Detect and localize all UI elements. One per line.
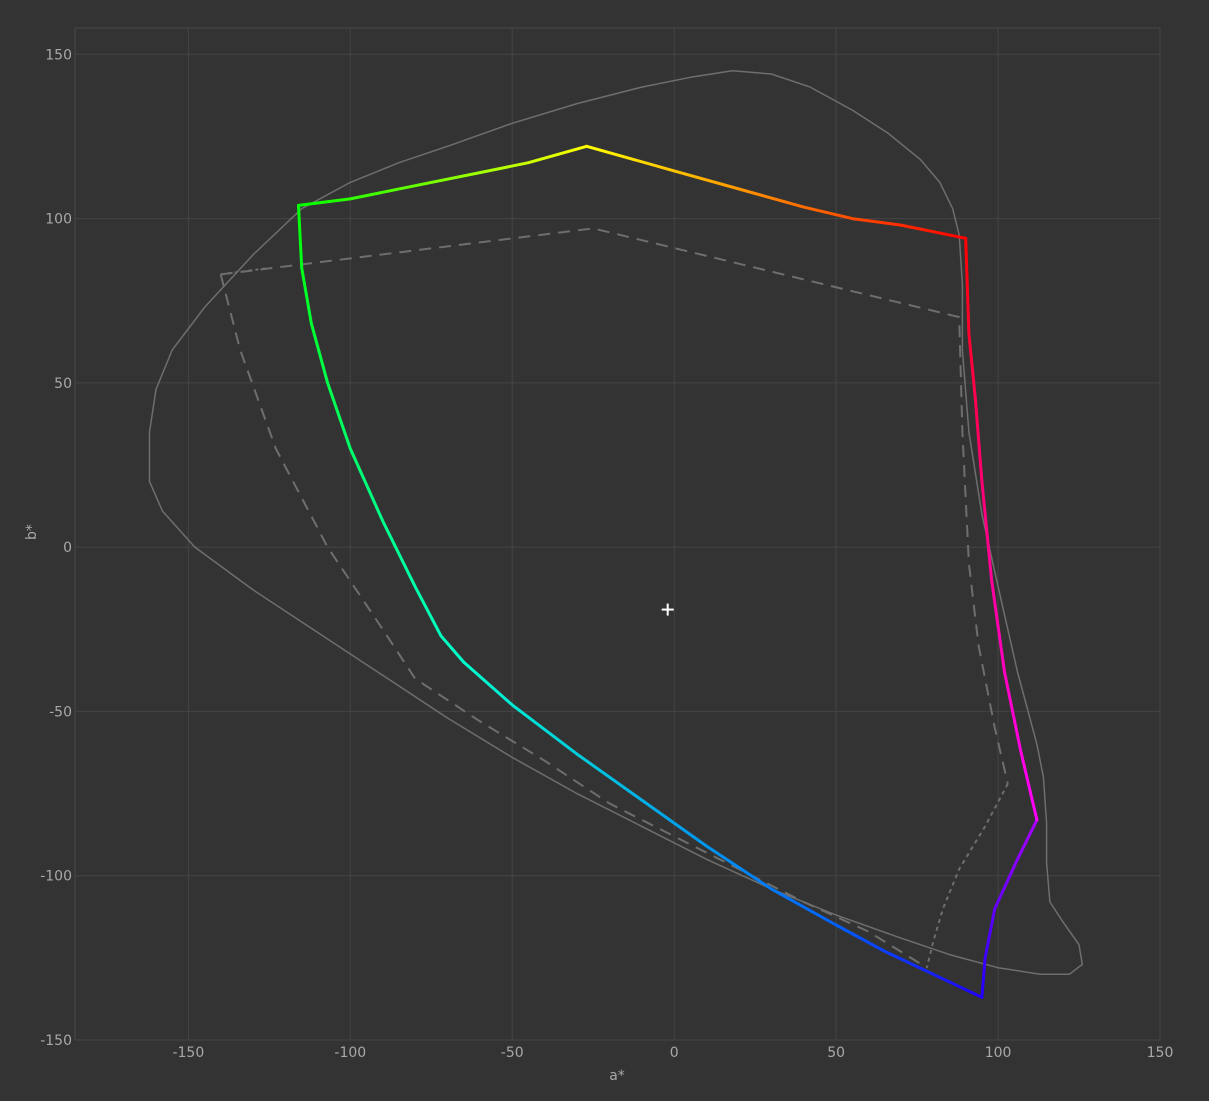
- x-tick-label: -100: [334, 1045, 366, 1061]
- y-axis-title: b*: [24, 524, 40, 540]
- y-tick-label: 0: [63, 540, 72, 556]
- x-tick-label: -50: [501, 1045, 524, 1061]
- x-tick-label: -150: [172, 1045, 204, 1061]
- x-tick-label: 150: [1147, 1045, 1174, 1061]
- gamut-edge-4: [834, 923, 984, 999]
- reference-gamut: [148, 69, 1084, 976]
- x-tick-label: 100: [985, 1045, 1012, 1061]
- gamut-edge-5: [980, 818, 1039, 999]
- gamut-boundary: [297, 144, 1039, 999]
- reference-outline: [148, 69, 1084, 976]
- x-tick-label: 50: [827, 1045, 845, 1061]
- x-tick-label: 0: [670, 1045, 679, 1061]
- center-marker: [661, 603, 674, 616]
- gamut-edge-1: [297, 144, 589, 207]
- chart-canvas: -150 -100 -50 0 50 100 150150100500-50-100-150…: [24, 27, 1173, 1084]
- y-tick-label: 150: [45, 47, 72, 63]
- y-tick-label: -100: [40, 869, 72, 885]
- plot-frame: [74, 27, 1161, 1041]
- y-tick-label: -50: [49, 704, 72, 720]
- gamut-edge-2: [297, 203, 466, 664]
- x-axis-title: a*: [609, 1068, 625, 1084]
- y-tick-label: -150: [40, 1033, 72, 1049]
- gamut-edge-3: [462, 660, 838, 927]
- gamut-edge-7: [964, 236, 977, 401]
- tick-labels: -150 -100 -50 0 50 100 150 150 100 50 0 -50 -100 -150: [40, 47, 1173, 1061]
- y-tick-label: 50: [54, 376, 72, 392]
- reference-dashed-line: [220, 227, 1009, 784]
- y-tick-label: 100: [45, 212, 72, 228]
- gamut-edge-6: [973, 397, 1039, 822]
- grid-lines: [74, 27, 1161, 1041]
- gamut-edge-0: [585, 144, 968, 240]
